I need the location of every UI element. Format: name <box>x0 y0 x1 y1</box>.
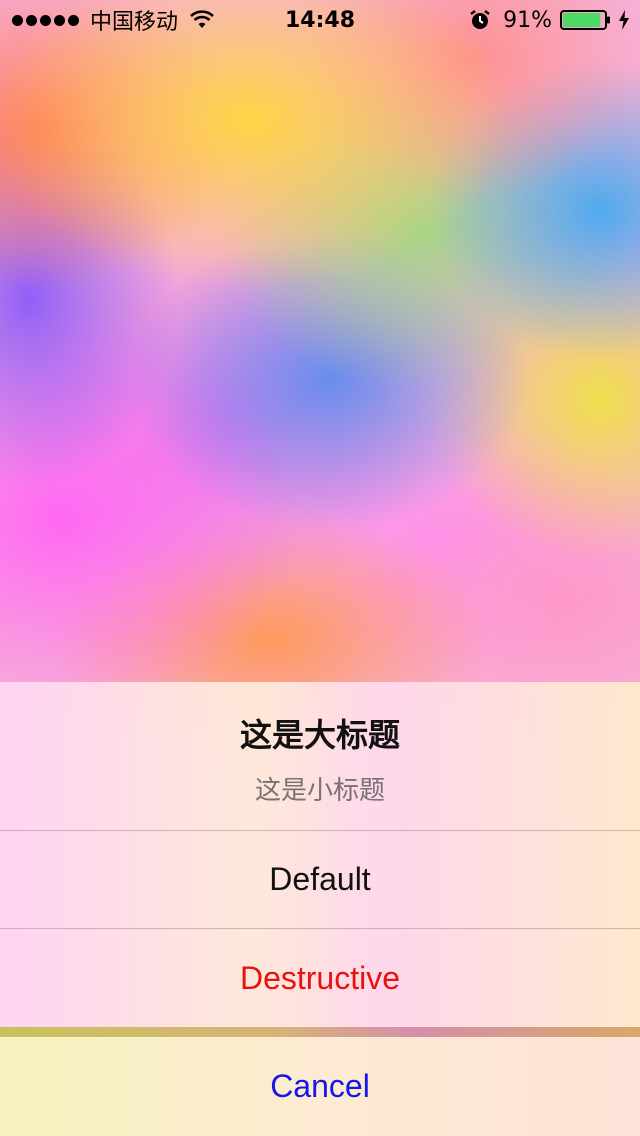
destructive-button[interactable]: Destructive <box>0 929 640 1027</box>
action-sheet-header: 这是大标题 这是小标题 <box>0 682 640 831</box>
alarm-icon <box>469 9 491 31</box>
action-sheet-cancel-group: Cancel <box>0 1037 640 1136</box>
status-bar: 中国移动 14:48 91% <box>0 0 640 40</box>
action-sheet-title: 这是大标题 <box>239 716 400 754</box>
action-sheet-separator <box>0 1027 640 1037</box>
status-bar-right: 91% <box>469 0 630 40</box>
action-sheet: 这是大标题 这是小标题 Default Destructive Cancel <box>0 682 640 1136</box>
battery-icon <box>560 9 612 31</box>
action-sheet-main-group: 这是大标题 这是小标题 Default Destructive <box>0 682 640 1027</box>
action-sheet-subtitle: 这是小标题 <box>254 776 385 806</box>
charging-bolt-icon <box>618 10 630 30</box>
cancel-button[interactable]: Cancel <box>0 1037 640 1136</box>
battery-percentage: 91% <box>503 7 552 33</box>
default-button[interactable]: Default <box>0 831 640 929</box>
screen: 中国移动 14:48 91% 这是大标题 这是小标题 Default Destr… <box>0 0 640 1136</box>
